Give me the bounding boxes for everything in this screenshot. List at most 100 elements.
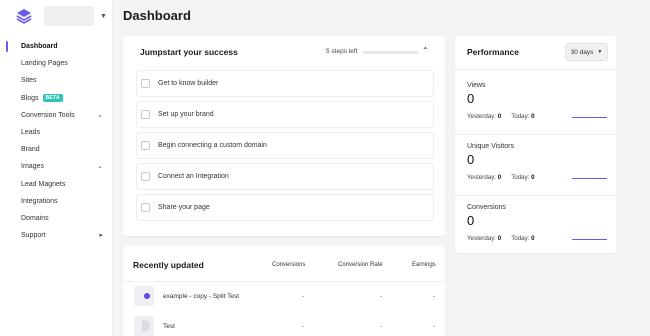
workspace-name bbox=[44, 6, 94, 26]
step-checkbox[interactable] bbox=[141, 203, 150, 212]
step-label: Begin connecting a custom domain bbox=[158, 142, 267, 149]
step-connect-domain[interactable]: Begin connecting a custom domain bbox=[136, 132, 434, 159]
logo-icon bbox=[14, 6, 34, 26]
yesterday-value: 0 bbox=[497, 113, 502, 120]
yesterday-label: Yesterday: bbox=[467, 174, 497, 181]
sidebar-nav: Dashboard Landing Pages Sites Blogs BETA … bbox=[0, 38, 113, 244]
sidebar-item-conversion-tools[interactable]: Conversion Tools ⌄ bbox=[0, 107, 113, 124]
step-label: Connect an Integration bbox=[158, 173, 229, 180]
performance-card: Performance 30 days ▼ Views 0 Yesterday: … bbox=[455, 36, 616, 253]
cell-conversions: - bbox=[302, 323, 305, 330]
sidebar-item-domains[interactable]: Domains bbox=[0, 210, 113, 227]
chevron-down-icon: ⌄ bbox=[97, 163, 103, 171]
step-checkbox[interactable] bbox=[141, 110, 150, 119]
page-name[interactable]: example - copy - Split Test bbox=[163, 293, 239, 300]
metric-label: Views bbox=[467, 82, 486, 89]
metric-label: Conversions bbox=[467, 204, 506, 211]
cell-conversions: - bbox=[302, 293, 305, 300]
sidebar-item-label: Brand bbox=[21, 146, 40, 154]
step-label: Share your page bbox=[158, 204, 210, 211]
chevron-down-icon: ⌄ bbox=[97, 111, 103, 119]
metric-sparkline bbox=[572, 178, 607, 180]
sidebar-item-label: Support bbox=[21, 232, 46, 240]
sidebar-item-support[interactable]: Support ▸ bbox=[0, 227, 113, 244]
today-value: 0 bbox=[531, 113, 535, 120]
yesterday-value: 0 bbox=[497, 174, 502, 181]
chevron-up-icon[interactable]: ⌃ bbox=[422, 46, 429, 55]
metric-sparkline bbox=[572, 117, 607, 119]
yesterday-label: Yesterday: bbox=[467, 235, 497, 242]
metric-value: 0 bbox=[467, 152, 475, 167]
sidebar-item-label: Leads bbox=[21, 129, 41, 137]
jumpstart-card: Jumpstart your success 5 steps left ⌃ Ge… bbox=[123, 36, 445, 236]
sidebar-item-label: Dashboard bbox=[21, 43, 58, 51]
sidebar-item-sites[interactable]: Sites bbox=[0, 72, 113, 89]
page-thumbnail bbox=[134, 286, 154, 306]
date-range-dropdown[interactable]: 30 days ▼ bbox=[565, 43, 608, 61]
divider bbox=[455, 134, 616, 135]
today-value: 0 bbox=[531, 174, 535, 181]
page-name[interactable]: Test bbox=[163, 323, 175, 330]
cell-earnings: - bbox=[433, 293, 436, 300]
metric-conversions: Conversions 0 Yesterday: 0 Today: 0 bbox=[467, 204, 612, 254]
sidebar-item-images[interactable]: Images ⌄ bbox=[0, 158, 113, 175]
page-thumbnail bbox=[134, 316, 154, 336]
cell-earnings: - bbox=[433, 323, 436, 330]
today-label: Today: bbox=[511, 174, 530, 181]
sidebar-item-label: Sites bbox=[21, 77, 37, 85]
step-set-up-brand[interactable]: Set up your brand bbox=[136, 101, 434, 128]
table-row[interactable]: Test - - - bbox=[123, 312, 445, 336]
yesterday-label: Yesterday: bbox=[467, 113, 497, 120]
page-title: Dashboard bbox=[123, 8, 191, 23]
metric-value: 0 bbox=[467, 91, 475, 106]
step-label: Set up your brand bbox=[158, 111, 214, 118]
today-label: Today: bbox=[511, 113, 530, 120]
chevron-right-icon: ▸ bbox=[99, 232, 103, 240]
sidebar: ▼ Dashboard Landing Pages Sites Blogs BET… bbox=[0, 0, 113, 336]
table-row[interactable]: example - copy - Split Test - - - bbox=[123, 282, 445, 312]
step-connect-integration[interactable]: Connect an Integration bbox=[136, 163, 434, 190]
beta-badge: BETA bbox=[42, 94, 63, 103]
sidebar-item-landing-pages[interactable]: Landing Pages bbox=[0, 55, 113, 72]
caret-down-icon: ▼ bbox=[100, 12, 107, 20]
step-share-page[interactable]: Share your page bbox=[136, 194, 434, 221]
steps-left-text: 5 steps left bbox=[326, 48, 358, 55]
sidebar-item-integrations[interactable]: Integrations bbox=[0, 193, 113, 210]
sidebar-item-lead-magnets[interactable]: Lead Magnets bbox=[0, 176, 113, 193]
today-label: Today: bbox=[511, 235, 530, 242]
sidebar-item-label: Images bbox=[21, 163, 44, 171]
column-header-earnings[interactable]: Earnings bbox=[412, 262, 436, 268]
metric-breakdown: Yesterday: 0 Today: 0 bbox=[467, 113, 535, 120]
half-circle-icon bbox=[142, 320, 150, 332]
workspace-switcher[interactable]: ▼ bbox=[14, 6, 107, 26]
recently-updated-title: Recently updated bbox=[133, 260, 204, 270]
metric-value: 0 bbox=[467, 213, 475, 228]
performance-title: Performance bbox=[467, 47, 519, 57]
step-checkbox[interactable] bbox=[141, 79, 150, 88]
sidebar-item-blogs[interactable]: Blogs BETA bbox=[0, 90, 113, 107]
metric-sparkline bbox=[572, 239, 607, 241]
divider bbox=[455, 69, 616, 70]
sidebar-item-label: Conversion Tools bbox=[21, 111, 75, 119]
today-value: 0 bbox=[531, 235, 535, 242]
cell-conversion-rate: - bbox=[380, 323, 383, 330]
date-range-label: 30 days bbox=[570, 48, 594, 56]
sidebar-item-label: Blogs bbox=[21, 94, 39, 102]
step-checkbox[interactable] bbox=[141, 172, 150, 181]
yesterday-value: 0 bbox=[497, 235, 502, 242]
steps-progress-bar bbox=[363, 51, 418, 54]
step-label: Get to know builder bbox=[158, 80, 219, 87]
cell-conversion-rate: - bbox=[380, 293, 383, 300]
column-header-conversion-rate[interactable]: Conversion Rate bbox=[338, 262, 383, 268]
step-checkbox[interactable] bbox=[141, 141, 150, 150]
column-header-conversions[interactable]: Conversions bbox=[272, 262, 305, 268]
sidebar-item-leads[interactable]: Leads bbox=[0, 124, 113, 141]
sidebar-item-brand[interactable]: Brand bbox=[0, 141, 113, 158]
recently-updated-card: Recently updated Conversions Conversion … bbox=[123, 246, 445, 336]
sidebar-item-label: Landing Pages bbox=[21, 60, 68, 68]
sidebar-item-label: Lead Magnets bbox=[21, 180, 66, 188]
dot-icon bbox=[144, 293, 150, 299]
step-get-to-know-builder[interactable]: Get to know builder bbox=[136, 70, 434, 97]
sidebar-item-dashboard[interactable]: Dashboard bbox=[0, 38, 113, 55]
jumpstart-title: Jumpstart your success bbox=[140, 47, 238, 57]
